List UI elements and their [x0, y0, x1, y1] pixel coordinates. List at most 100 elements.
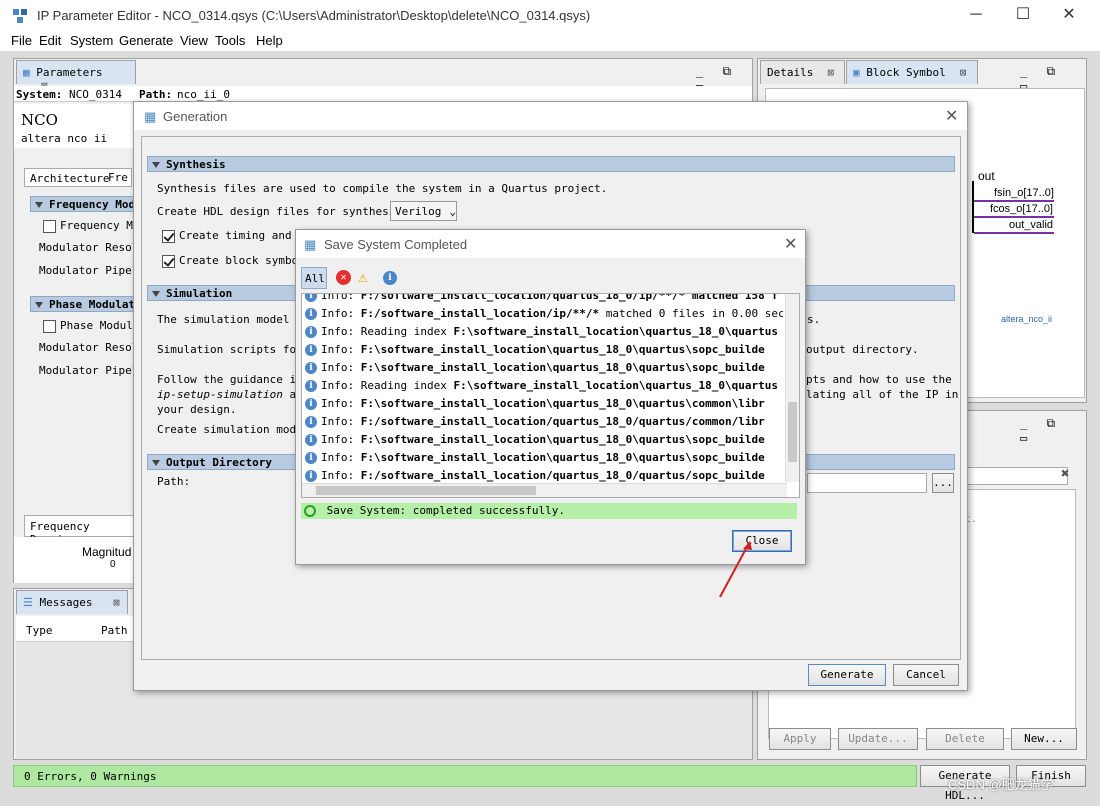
close-dialog-icon[interactable]: ✕: [784, 234, 797, 254]
tab-details[interactable]: Details ⊠: [760, 60, 845, 84]
menu-edit[interactable]: Edit: [39, 33, 61, 48]
clear-icon[interactable]: ✖: [1061, 466, 1069, 482]
app-icon: [13, 9, 27, 23]
col-path[interactable]: Path: [101, 624, 128, 637]
close-dialog-icon[interactable]: ✕: [945, 106, 958, 126]
system-path-bar: System: NCO_0314 Path: nco_ii_0: [14, 86, 752, 102]
synthesis-section[interactable]: Synthesis: [147, 156, 955, 172]
warning-filter-icon[interactable]: ⚠: [358, 267, 368, 286]
error-filter-icon[interactable]: ✕: [336, 270, 351, 285]
apply-button[interactable]: Apply: [769, 728, 831, 750]
col-type[interactable]: Type: [26, 624, 53, 637]
generation-title-bar: ▦ Generation ✕: [134, 102, 967, 130]
tab-messages[interactable]: ☰ Messages ⊠: [16, 590, 128, 614]
checkbox[interactable]: [43, 319, 56, 333]
port-line: [974, 216, 1054, 218]
save-system-dialog: ▦ Save System Completed ✕ All ✕ ⚠ i i Inf…: [295, 229, 806, 565]
scroll-thumb[interactable]: [316, 486, 536, 495]
port-out-valid: out_valid: [1009, 219, 1054, 231]
vertical-scrollbar[interactable]: [785, 294, 799, 482]
checkbox[interactable]: [43, 219, 56, 233]
output-path-input[interactable]: [807, 473, 927, 493]
log-row[interactable]: i Info: F:\software_install_location\quar…: [305, 395, 783, 413]
menu-help[interactable]: Help: [256, 33, 283, 48]
success-icon: [304, 505, 316, 517]
scroll-thumb[interactable]: [788, 402, 797, 462]
browse-output-button[interactable]: ...: [932, 473, 954, 493]
tab-frequency-domain[interactable]: Frequency Domain: [24, 515, 136, 546]
close-tab-icon[interactable]: ⊠: [960, 66, 967, 79]
block-symbol-icon: ▣: [853, 66, 860, 79]
log-row[interactable]: i Info: F:\software_install_location\quar…: [305, 431, 783, 449]
info-icon: i: [305, 294, 317, 302]
info-icon: i: [305, 452, 317, 464]
log-prefix: Info:: [321, 469, 355, 482]
subtab-frequency[interactable]: Fre: [108, 171, 128, 184]
frequency-modulation-section[interactable]: Frequency Mod: [30, 196, 135, 212]
system-label: System:: [16, 88, 63, 101]
log-rest: F:\software_install_location\quartus_18_…: [453, 325, 778, 338]
phase-modulation-section[interactable]: Phase Modulat: [30, 296, 135, 312]
pane-window-controls[interactable]: _ ⧉ ▭: [1020, 416, 1086, 445]
log-text: F:/software_install_location/quartus_18_…: [360, 415, 765, 428]
log-row[interactable]: i Info: Reading index F:\software_install…: [305, 377, 783, 395]
create-timing-checkbox[interactable]: Create timing and re: [162, 229, 311, 243]
create-block-symbol-checkbox[interactable]: Create block symbol: [162, 254, 305, 268]
create-hdl-label: Create HDL design files for synthesis:: [157, 205, 409, 218]
menu-view[interactable]: View: [180, 33, 208, 48]
log-rows: i Info: F:/software_install_location/quar…: [305, 293, 783, 485]
create-simulation-model-label: Create simulation model: [157, 423, 310, 436]
horizontal-scrollbar[interactable]: [302, 483, 787, 497]
log-prefix: Info:: [321, 379, 355, 392]
maximize-button[interactable]: ☐: [1000, 4, 1046, 28]
log-text: F:/software_install_location/quartus_18_…: [360, 293, 778, 302]
log-row[interactable]: i Info: F:\software_install_location\quar…: [305, 449, 783, 467]
log-row[interactable]: i Info: F:/software_install_location/quar…: [305, 293, 783, 305]
log-row[interactable]: i Info: F:\software_install_location\quar…: [305, 359, 783, 377]
watermark: CSDN @肥龙猫学: [948, 777, 1054, 792]
phase-modulation-checkbox[interactable]: Phase Modula: [43, 319, 139, 333]
messages-icon: ☰: [23, 596, 33, 609]
frequency-modulation-checkbox[interactable]: Frequency Mo: [43, 219, 139, 233]
minimize-button[interactable]: ─: [953, 4, 999, 28]
checkbox[interactable]: [162, 229, 175, 243]
new-button[interactable]: New...: [1011, 728, 1077, 750]
info-icon: i: [305, 434, 317, 446]
plot-area: Magnitud 0: [14, 537, 134, 583]
hdl-language-select[interactable]: Verilog ⌄: [390, 201, 457, 221]
simulation-description: The simulation model co: [157, 313, 310, 326]
log-text: Reading index: [360, 325, 454, 338]
port-line: [974, 232, 1054, 234]
log-row[interactable]: i Info: Reading index F:\software_install…: [305, 323, 783, 341]
menu-tools[interactable]: Tools: [215, 33, 245, 48]
cancel-button[interactable]: Cancel: [893, 664, 959, 686]
log-prefix: Info:: [321, 415, 355, 428]
info-icon: i: [305, 344, 317, 356]
ip-setup-simulation-link[interactable]: ip-setup-simulation and: [157, 388, 309, 401]
ip-setup-end: lating all of the IP in: [806, 388, 959, 401]
close-tab-icon[interactable]: ⊠: [113, 596, 120, 609]
update-button[interactable]: Update...: [838, 728, 918, 750]
close-tab-icon[interactable]: ⊠: [827, 66, 834, 79]
log-text: F:\software_install_location\quartus_18_…: [360, 433, 765, 446]
menu-generate[interactable]: Generate: [119, 33, 173, 48]
log-row[interactable]: i Info: F:/software_install_location/ip/*…: [305, 305, 783, 323]
block-edge: [972, 181, 974, 233]
log-text: F:/software_install_location/quartus_18_…: [360, 469, 765, 482]
filter-all-button[interactable]: All: [301, 267, 327, 289]
log-row[interactable]: i Info: F:/software_install_location/quar…: [305, 413, 783, 431]
log-text: F:\software_install_location\quartus_18_…: [360, 343, 765, 356]
info-filter-icon[interactable]: i: [383, 271, 397, 285]
close-window-button[interactable]: ✕: [1046, 4, 1092, 28]
log-row[interactable]: i Info: F:\software_install_location\quar…: [305, 341, 783, 359]
log-prefix: Info:: [321, 361, 355, 374]
checkbox[interactable]: [162, 254, 175, 268]
menu-file[interactable]: File: [11, 33, 32, 48]
menu-system[interactable]: System: [70, 33, 113, 48]
log-list: i Info: F:/software_install_location/quar…: [301, 293, 800, 498]
tab-block-symbol[interactable]: ▣ Block Symbol ⊠: [846, 60, 978, 84]
tab-parameters[interactable]: ▦ Parameters ⊠: [16, 60, 136, 92]
delete-button[interactable]: Delete: [926, 728, 1004, 750]
info-icon: i: [305, 470, 317, 482]
generate-button[interactable]: Generate: [808, 664, 886, 686]
